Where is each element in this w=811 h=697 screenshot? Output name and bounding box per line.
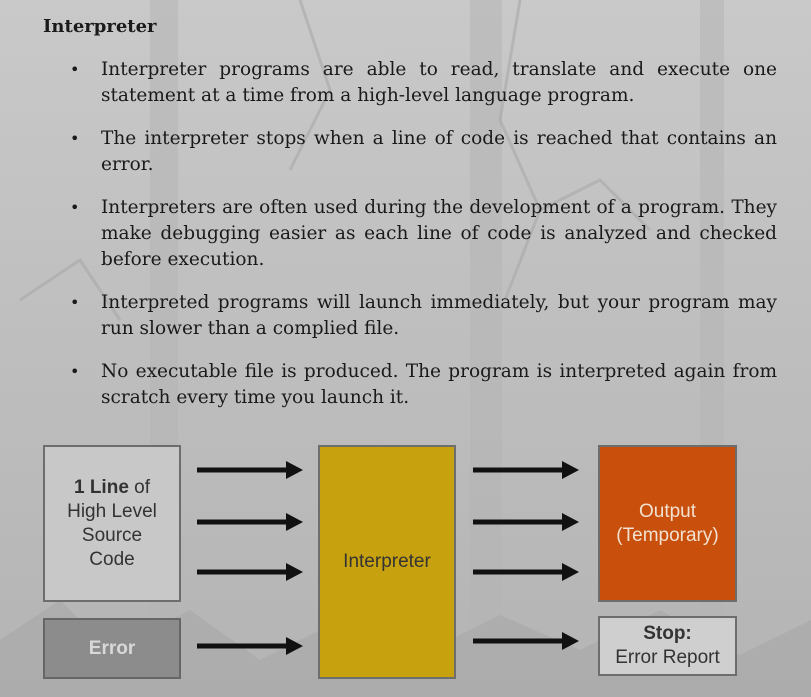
arrow-interpreter-to-stop (473, 632, 579, 650)
arrow-interpreter-to-output-2 (473, 513, 579, 531)
arrow-source-to-interpreter-3 (197, 563, 303, 581)
arrow-error-to-interpreter (197, 637, 303, 655)
arrow-interpreter-to-output-3 (473, 563, 579, 581)
arrow-source-to-interpreter-2 (197, 513, 303, 531)
flow-arrows (197, 461, 579, 655)
arrow-interpreter-to-output-1 (473, 461, 579, 479)
arrow-source-to-interpreter-1 (197, 461, 303, 479)
